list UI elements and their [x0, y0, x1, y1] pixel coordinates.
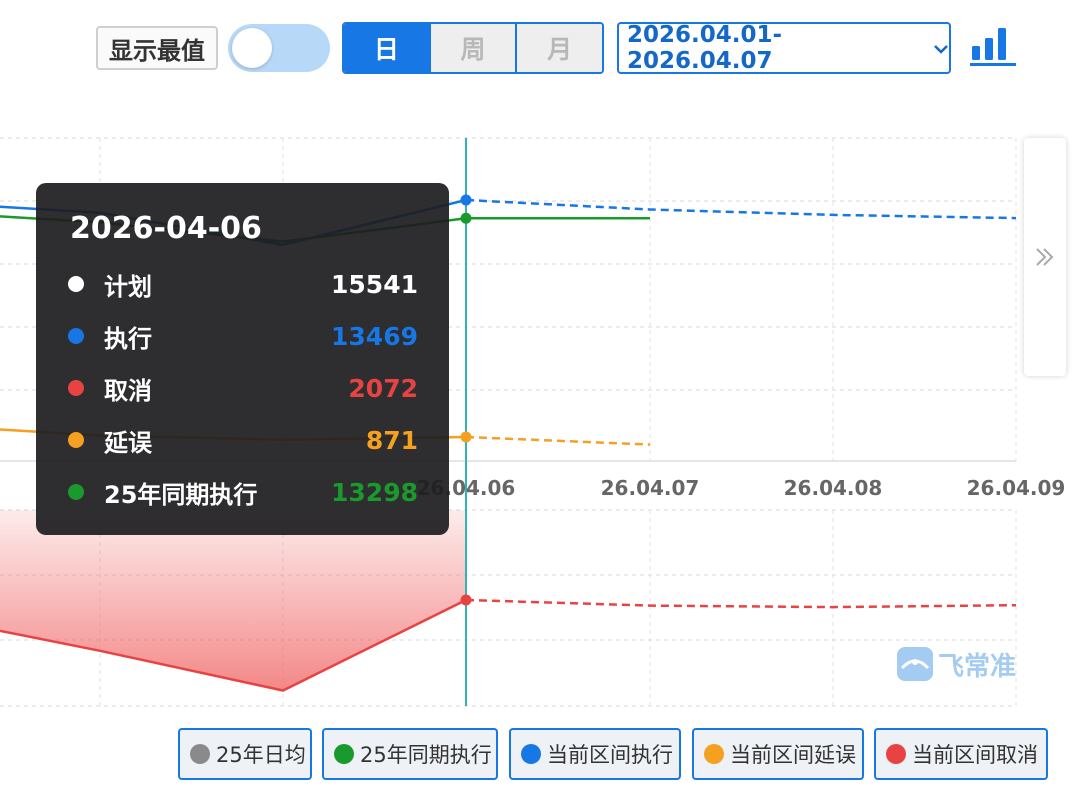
hover-point	[460, 212, 472, 224]
legend-item[interactable]: 当前区间执行	[509, 728, 681, 780]
expand-panel-handle[interactable]	[1024, 138, 1066, 376]
tooltip-label: 取消	[104, 376, 152, 405]
legend-item[interactable]: 当前区间取消	[874, 728, 1048, 780]
tooltip-row: 执行 13469	[68, 319, 418, 353]
legend-dot	[886, 744, 906, 764]
legend-dot	[68, 432, 84, 448]
x-tick-label: 26.04.09	[967, 476, 1066, 500]
legend-item[interactable]: 25年日均	[178, 728, 312, 780]
series-line-dashed	[465, 198, 1017, 220]
hover-point	[460, 431, 472, 443]
tooltip-row: 计划 15541	[68, 267, 418, 301]
legend-dot	[68, 380, 84, 396]
tooltip-label: 计划	[104, 272, 152, 301]
cancel-area-layer	[0, 510, 1017, 692]
legend-dot	[68, 484, 84, 500]
tooltip-label: 25年同期执行	[104, 480, 258, 509]
watermark-logo: 飞常准	[896, 644, 1016, 684]
hover-point	[460, 594, 472, 606]
tooltip-value: 13469	[331, 321, 418, 351]
tooltip-label: 执行	[104, 324, 152, 353]
tooltip-title: 2026-04-06	[70, 211, 262, 246]
double-chevron-right-icon	[1036, 248, 1054, 266]
cancel-area-fill	[0, 510, 466, 691]
tooltip-row: 延误 871	[68, 423, 418, 457]
legend-label: 25年同期执行	[360, 743, 492, 767]
legend-item[interactable]: 25年同期执行	[322, 728, 498, 780]
tooltip-label: 延误	[104, 428, 152, 457]
legend-dot	[704, 744, 724, 764]
tooltip-value: 2072	[348, 373, 418, 403]
plane-logo-icon	[897, 647, 933, 681]
legend-label: 当前区间取消	[912, 743, 1038, 767]
tooltip-row: 25年同期执行 13298	[68, 475, 418, 509]
x-axis-ticks: 26.04.06 26.04.07 26.04.08 26.04.09	[417, 476, 1066, 500]
watermark-text: 飞常准	[938, 651, 1017, 682]
legend-dot	[68, 276, 84, 292]
x-tick-label: 26.04.07	[601, 476, 700, 500]
legend-dot	[521, 744, 541, 764]
legend-item[interactable]: 当前区间延误	[692, 728, 864, 780]
tooltip-row: 取消 2072	[68, 371, 418, 405]
tooltip-value: 13298	[331, 477, 418, 507]
legend-label: 当前区间执行	[547, 743, 673, 767]
legend-label: 25年日均	[216, 743, 306, 767]
series-line-dashed	[465, 435, 651, 446]
tooltip-value: 15541	[331, 269, 418, 299]
legend-label: 当前区间延误	[730, 743, 856, 767]
legend-dot	[68, 328, 84, 344]
data-tooltip: 2026-04-06 计划 15541 执行 13469 取消 2072 延误 …	[36, 183, 449, 535]
legend-dot	[190, 744, 210, 764]
x-tick-label: 26.04.08	[784, 476, 883, 500]
cancel-line-dashed	[465, 598, 1017, 609]
tooltip-value: 871	[365, 425, 418, 455]
hover-point	[460, 194, 472, 206]
legend-dot	[334, 744, 354, 764]
